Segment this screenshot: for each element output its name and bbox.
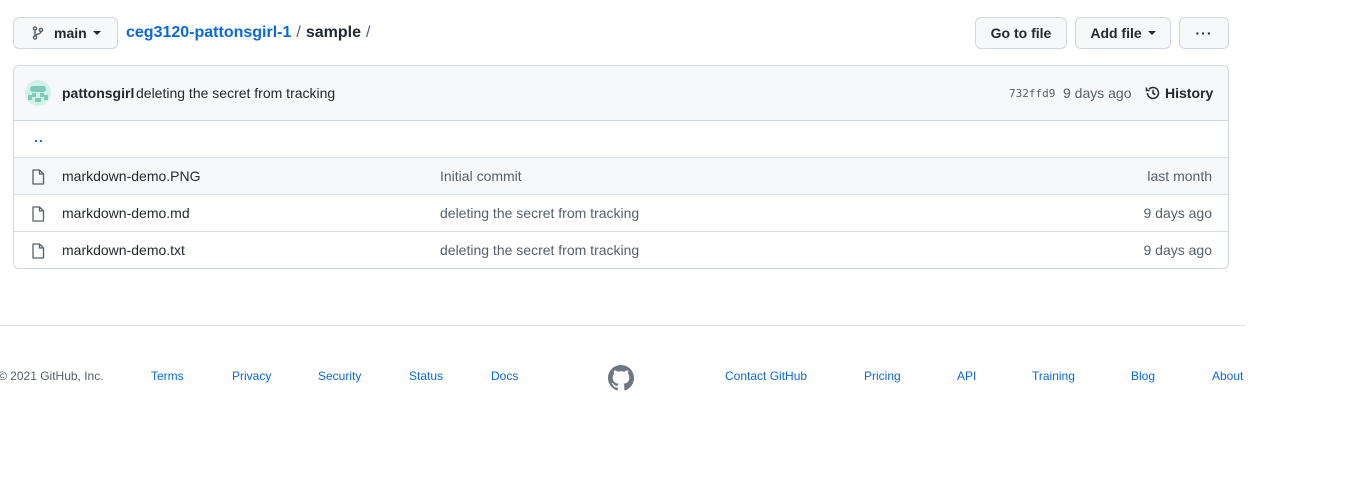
- footer-divider: [0, 325, 1245, 326]
- latest-commit-bar: pattonsgirl deleting the secret from tra…: [14, 66, 1228, 121]
- git-branch-icon: [32, 26, 44, 40]
- parent-dir-link[interactable]: ..: [34, 129, 44, 145]
- breadcrumb-separator: /: [296, 24, 301, 41]
- branch-select-button[interactable]: main: [13, 17, 118, 49]
- history-link[interactable]: History: [1145, 85, 1213, 101]
- file-age: last month: [1147, 168, 1212, 184]
- go-to-file-button[interactable]: Go to file: [975, 17, 1067, 49]
- file-name-link[interactable]: markdown-demo.md: [62, 205, 190, 221]
- footer-link-training[interactable]: Training: [1032, 369, 1075, 383]
- footer-link-pricing[interactable]: Pricing: [864, 369, 901, 383]
- kebab-horizontal-icon: ···: [1195, 25, 1213, 41]
- file-commit-link[interactable]: deleting the secret from tracking: [440, 205, 639, 221]
- footer-link-privacy[interactable]: Privacy: [232, 369, 271, 383]
- commit-message-link[interactable]: deleting the secret from tracking: [136, 85, 335, 101]
- avatar[interactable]: [25, 80, 51, 106]
- breadcrumb: ceg3120-pattonsgirl-1 / sample /: [126, 24, 375, 42]
- file-listing: pattonsgirl deleting the secret from tra…: [13, 65, 1229, 269]
- footer-link-terms[interactable]: Terms: [151, 369, 184, 383]
- footer-link-about[interactable]: About: [1212, 369, 1243, 383]
- add-file-button[interactable]: Add file: [1075, 17, 1171, 49]
- footer-link-api[interactable]: API: [957, 369, 976, 383]
- breadcrumb-trailing-separator: /: [365, 24, 371, 41]
- table-row: markdown-demo.PNG Initial commit last mo…: [14, 157, 1228, 194]
- table-row: markdown-demo.md deleting the secret fro…: [14, 194, 1228, 231]
- branch-name: main: [54, 25, 87, 41]
- file-age: 9 days ago: [1143, 242, 1213, 258]
- github-mark-icon[interactable]: [608, 365, 634, 391]
- parent-dir-row: ..: [14, 121, 1228, 157]
- history-icon: [1145, 86, 1160, 100]
- identicon-icon: [28, 86, 48, 102]
- footer-link-contact[interactable]: Contact GitHub: [725, 369, 807, 383]
- history-label: History: [1165, 85, 1214, 101]
- commit-author-link[interactable]: pattonsgirl: [62, 85, 134, 101]
- footer-link-security[interactable]: Security: [318, 369, 361, 383]
- commit-time: 9 days ago: [1063, 85, 1132, 101]
- file-commit-link[interactable]: Initial commit: [440, 168, 522, 184]
- footer-link-blog[interactable]: Blog: [1131, 369, 1155, 383]
- table-row: markdown-demo.txt deleting the secret fr…: [14, 231, 1228, 268]
- footer-copyright: © 2021 GitHub, Inc.: [0, 369, 104, 383]
- add-file-label: Add file: [1090, 25, 1142, 41]
- breadcrumb-current-dir: sample: [305, 24, 361, 41]
- file-commit-link[interactable]: deleting the secret from tracking: [440, 242, 639, 258]
- footer-link-docs[interactable]: Docs: [491, 369, 518, 383]
- footer-link-status[interactable]: Status: [409, 369, 443, 383]
- file-name-link[interactable]: markdown-demo.txt: [62, 242, 185, 258]
- breadcrumb-repo-link[interactable]: ceg3120-pattonsgirl-1: [126, 24, 291, 42]
- file-age: 9 days ago: [1143, 205, 1213, 221]
- file-icon: [32, 243, 45, 259]
- caret-down-icon: [92, 31, 101, 35]
- file-name-link[interactable]: markdown-demo.PNG: [62, 168, 201, 184]
- more-options-button[interactable]: ···: [1179, 17, 1229, 49]
- file-icon: [32, 169, 45, 185]
- file-icon: [32, 206, 45, 222]
- commit-sha-link[interactable]: 732ffd9: [1009, 87, 1055, 100]
- caret-down-icon: [1147, 31, 1156, 35]
